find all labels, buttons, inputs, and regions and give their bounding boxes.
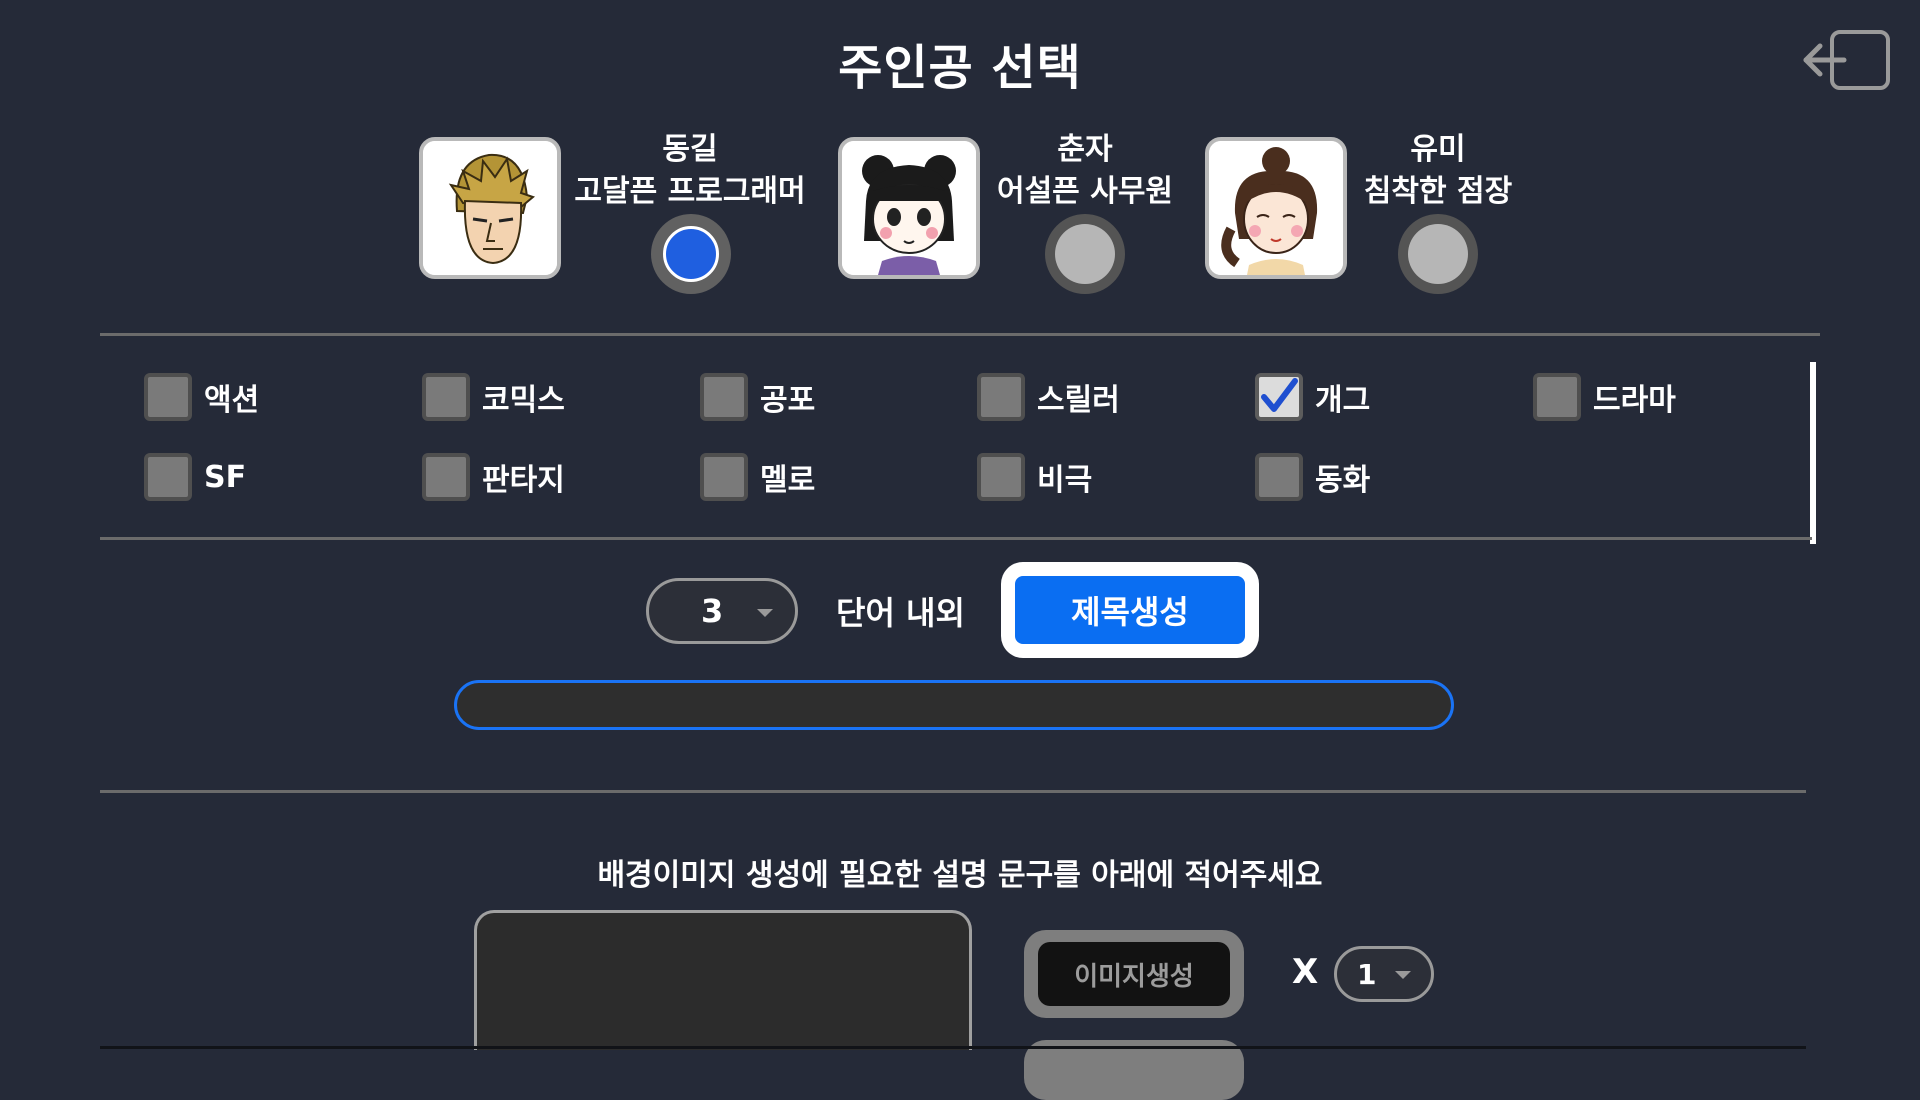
word-count-select[interactable]: 3 — [646, 578, 798, 644]
checkbox[interactable] — [1533, 373, 1581, 421]
generate-title-button[interactable]: 제목생성 — [1015, 576, 1245, 644]
word-count-value: 3 — [701, 592, 724, 630]
genre-label: SF — [204, 459, 247, 495]
genre-label: 공포 — [760, 383, 816, 418]
divider — [100, 333, 1820, 336]
character-avatar-donggil[interactable] — [419, 137, 561, 279]
character-avatar-chunja[interactable] — [838, 137, 980, 279]
word-count-label: 단어 내외 — [836, 594, 965, 632]
genre-checkbox-romance[interactable]: 멜로 — [700, 449, 815, 505]
genre-checkbox-fantasy[interactable]: 판타지 — [422, 449, 565, 505]
character-name: 유미 — [1410, 132, 1466, 167]
genre-checkbox-thriller[interactable]: 스릴러 — [977, 369, 1120, 425]
radio-dot — [1408, 224, 1468, 284]
checkbox[interactable] — [977, 373, 1025, 421]
girl-avatar-icon — [842, 141, 976, 275]
genre-checkbox-drama[interactable]: 드라마 — [1533, 369, 1676, 425]
checkbox[interactable] — [422, 373, 470, 421]
checkbox[interactable] — [700, 453, 748, 501]
chevron-down-icon — [1395, 971, 1411, 979]
character-radio-chunja[interactable] — [1045, 214, 1125, 294]
genre-checkbox-comics[interactable]: 코믹스 — [422, 369, 565, 425]
genre-label: 판타지 — [482, 463, 565, 498]
image-count-value: 1 — [1357, 957, 1377, 991]
character-name: 춘자 — [1057, 132, 1113, 167]
radio-dot — [663, 226, 719, 282]
exit-button[interactable] — [1800, 26, 1896, 98]
generate-title-frame: 제목생성 — [1001, 562, 1259, 658]
genre-label: 비극 — [1037, 463, 1093, 498]
secondary-button[interactable] — [1024, 1040, 1244, 1100]
genre-checkbox-tragedy[interactable]: 비극 — [977, 449, 1092, 505]
checkmark-icon — [1261, 378, 1298, 412]
generate-image-frame: 이미지생성 — [1024, 930, 1244, 1018]
genre-label: 동화 — [1315, 463, 1371, 498]
chevron-down-icon — [757, 609, 773, 617]
checkbox[interactable] — [422, 453, 470, 501]
character-radio-donggil[interactable] — [651, 214, 731, 294]
genre-checkbox-action[interactable]: 액션 — [144, 369, 259, 425]
character-description: 침착한 점장 — [1363, 174, 1513, 209]
character-name: 동길 — [662, 132, 718, 167]
genre-checkbox-gag[interactable]: 개그 — [1255, 369, 1370, 425]
genre-label: 액션 — [204, 383, 260, 418]
bottom-divider — [100, 1046, 1806, 1049]
man-avatar-icon — [423, 141, 557, 275]
genre-label: 스릴러 — [1037, 383, 1120, 418]
background-description-textarea[interactable] — [474, 910, 972, 1050]
checkbox[interactable] — [1255, 453, 1303, 501]
checkbox[interactable] — [1255, 373, 1303, 421]
exit-icon — [1803, 30, 1890, 90]
genre-checkbox-horror[interactable]: 공포 — [700, 369, 815, 425]
genre-label: 드라마 — [1593, 383, 1676, 418]
genre-checkbox-sf[interactable]: SF — [144, 449, 246, 505]
background-prompt-label: 배경이미지 생성에 필요한 설명 문구를 아래에 적어주세요 — [597, 858, 1323, 893]
character-description: 고달픈 프로그래머 — [574, 174, 806, 209]
character-radio-yumi[interactable] — [1398, 214, 1478, 294]
multiplier-label: X — [1292, 952, 1319, 992]
genre-label: 개그 — [1315, 383, 1371, 418]
genre-label: 멜로 — [760, 463, 816, 498]
checkbox[interactable] — [700, 373, 748, 421]
radio-dot — [1055, 224, 1115, 284]
generate-image-button[interactable]: 이미지생성 — [1038, 942, 1230, 1006]
genre-label: 코믹스 — [482, 383, 565, 418]
checkbox[interactable] — [144, 453, 192, 501]
checkbox[interactable] — [144, 373, 192, 421]
divider — [100, 537, 1812, 540]
genre-scrollbar[interactable] — [1810, 362, 1816, 544]
page-title: 주인공 선택 — [838, 40, 1082, 96]
character-description: 어설픈 사무원 — [996, 174, 1174, 209]
divider — [100, 790, 1806, 793]
genre-checkbox-fairytale[interactable]: 동화 — [1255, 449, 1370, 505]
image-count-select[interactable]: 1 — [1334, 946, 1434, 1002]
checkbox[interactable] — [977, 453, 1025, 501]
title-output-field[interactable] — [454, 680, 1454, 730]
